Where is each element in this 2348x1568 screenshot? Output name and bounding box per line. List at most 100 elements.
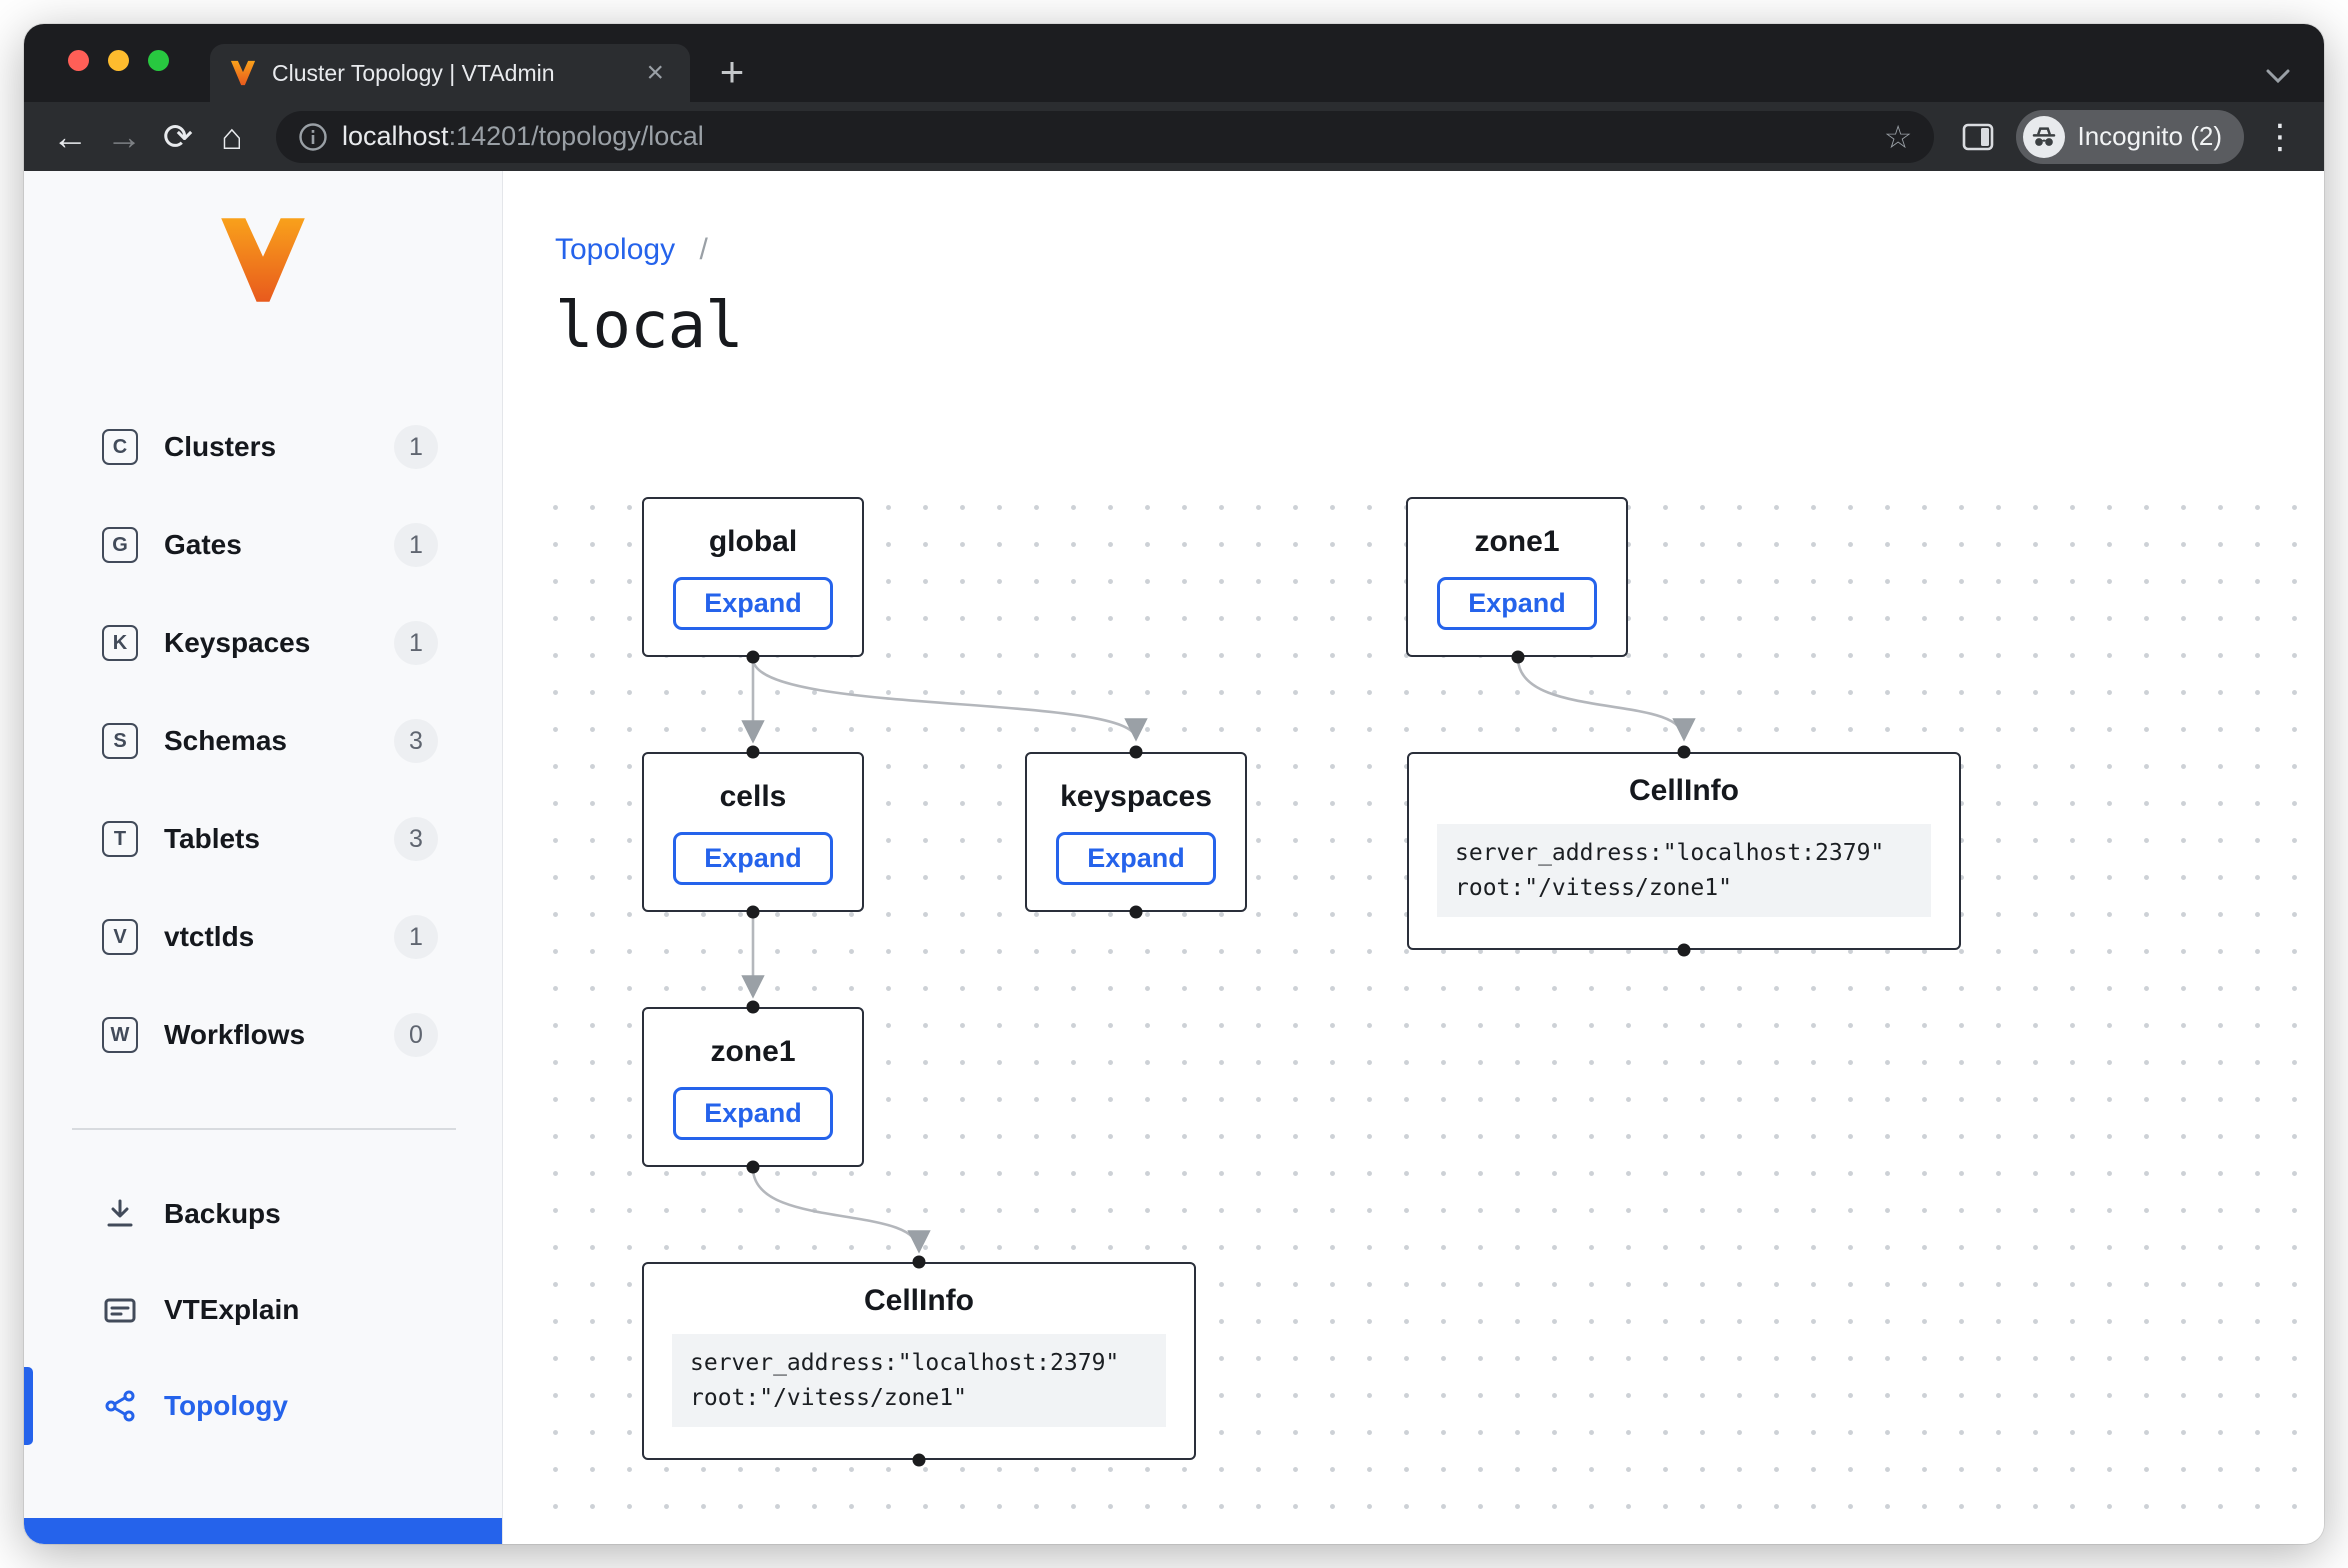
graph-node-keyspaces[interactable]: keyspaces Expand: [1025, 752, 1247, 912]
home-button[interactable]: ⌂: [208, 113, 256, 161]
count-badge: 3: [394, 719, 438, 763]
back-button[interactable]: ←: [46, 113, 94, 161]
count-badge: 0: [394, 1013, 438, 1057]
graph-node-global[interactable]: global Expand: [642, 497, 864, 657]
breadcrumb-separator: /: [699, 233, 707, 266]
count-badge: 1: [394, 915, 438, 959]
node-title: zone1: [710, 1035, 795, 1069]
workflows-icon: W: [102, 1017, 138, 1053]
expand-button[interactable]: Expand: [1056, 832, 1216, 885]
expand-button[interactable]: Expand: [673, 832, 833, 885]
incognito-label: Incognito (2): [2077, 121, 2222, 152]
tab-close-icon[interactable]: ×: [640, 58, 670, 88]
page-content: C Clusters 1 G Gates 1 K Keyspaces 1 S S…: [24, 171, 2324, 1544]
reload-button[interactable]: ⟳: [154, 113, 202, 161]
graph-node-cellinfo-bottom[interactable]: CellInfo server_address:"localhost:2379"…: [642, 1262, 1196, 1460]
breadcrumb: Topology /: [555, 233, 2324, 267]
browser-toolbar: ← → ⟳ ⌂ localhost:14201/topology/local ☆: [24, 102, 2324, 171]
page-info-icon[interactable]: [298, 122, 328, 152]
vtexplain-icon: [102, 1292, 138, 1328]
sidebar-item-keyspaces[interactable]: K Keyspaces 1: [24, 594, 502, 692]
cellinfo-code: server_address:"localhost:2379" root:"/v…: [1437, 824, 1931, 917]
browser-tab[interactable]: Cluster Topology | VTAdmin ×: [210, 44, 690, 102]
expand-button[interactable]: Expand: [673, 1087, 833, 1140]
sidebar-item-label: VTExplain: [164, 1294, 299, 1326]
sidebar-item-tablets[interactable]: T Tablets 3: [24, 790, 502, 888]
sidebar-item-clusters[interactable]: C Clusters 1: [24, 398, 502, 496]
sidebar-item-label: Tablets: [164, 823, 260, 855]
tab-title: Cluster Topology | VTAdmin: [272, 60, 640, 87]
expand-button[interactable]: Expand: [673, 577, 833, 630]
node-title: keyspaces: [1060, 780, 1212, 814]
address-bar[interactable]: localhost:14201/topology/local ☆: [276, 111, 1934, 163]
url-path: :14201/topology/local: [449, 121, 704, 151]
sidebar-bottom-accent: [24, 1518, 502, 1544]
tab-strip: Cluster Topology | VTAdmin × +: [24, 24, 2324, 102]
forward-button[interactable]: →: [100, 113, 148, 161]
new-tab-button[interactable]: +: [708, 48, 756, 96]
graph-node-zone1-lower[interactable]: zone1 Expand: [642, 1007, 864, 1167]
sidebar-divider: [72, 1128, 456, 1130]
node-title: cells: [720, 780, 787, 814]
sidebar-item-workflows[interactable]: W Workflows 0: [24, 986, 502, 1084]
url-host: localhost: [342, 121, 449, 151]
topology-page: Topology / local: [503, 171, 2324, 1544]
incognito-icon: [2023, 116, 2065, 158]
graph-node-zone1-top[interactable]: zone1 Expand: [1406, 497, 1628, 657]
node-title: CellInfo: [864, 1284, 974, 1318]
sidebar-item-gates[interactable]: G Gates 1: [24, 496, 502, 594]
side-panel-icon[interactable]: [1954, 113, 2002, 161]
tab-search-chevron-icon[interactable]: [2266, 69, 2290, 88]
vitess-favicon: [230, 59, 256, 87]
sidebar-item-schemas[interactable]: S Schemas 3: [24, 692, 502, 790]
sidebar-item-label: Workflows: [164, 1019, 305, 1051]
count-badge: 3: [394, 817, 438, 861]
expand-button[interactable]: Expand: [1437, 577, 1597, 630]
code-line: server_address:"localhost:2379": [690, 1346, 1148, 1381]
topology-icon: [102, 1388, 138, 1424]
sidebar-item-vtexplain[interactable]: VTExplain: [24, 1262, 502, 1358]
gates-icon: G: [102, 527, 138, 563]
traffic-lights: [68, 50, 169, 71]
minimize-window-button[interactable]: [108, 50, 129, 71]
count-badge: 1: [394, 621, 438, 665]
vtctlds-icon: V: [102, 919, 138, 955]
keyspaces-icon: K: [102, 625, 138, 661]
sidebar-item-backups[interactable]: Backups: [24, 1166, 502, 1262]
zoom-window-button[interactable]: [148, 50, 169, 71]
node-title: CellInfo: [1629, 774, 1739, 808]
code-line: server_address:"localhost:2379": [1455, 836, 1913, 871]
sidebar-item-label: Backups: [164, 1198, 281, 1230]
node-title: zone1: [1474, 525, 1559, 559]
sidebar-nav: C Clusters 1 G Gates 1 K Keyspaces 1 S S…: [24, 398, 502, 1084]
code-line: root:"/vitess/zone1": [1455, 871, 1913, 906]
close-window-button[interactable]: [68, 50, 89, 71]
sidebar-item-topology[interactable]: Topology: [24, 1358, 502, 1454]
schemas-icon: S: [102, 723, 138, 759]
page-title: local: [555, 289, 2324, 363]
clusters-icon: C: [102, 429, 138, 465]
count-badge: 1: [394, 523, 438, 567]
url-text: localhost:14201/topology/local: [342, 121, 704, 152]
sidebar: C Clusters 1 G Gates 1 K Keyspaces 1 S S…: [24, 171, 503, 1544]
graph-node-cellinfo-right[interactable]: CellInfo server_address:"localhost:2379"…: [1407, 752, 1961, 950]
browser-window: Cluster Topology | VTAdmin × + ← → ⟳ ⌂ l…: [24, 24, 2324, 1544]
bookmark-star-icon[interactable]: ☆: [1884, 118, 1913, 156]
sidebar-item-label: Keyspaces: [164, 627, 310, 659]
graph-node-cells[interactable]: cells Expand: [642, 752, 864, 912]
vitess-logo[interactable]: [215, 215, 311, 305]
code-line: root:"/vitess/zone1": [690, 1381, 1148, 1416]
tablets-icon: T: [102, 821, 138, 857]
cellinfo-code: server_address:"localhost:2379" root:"/v…: [672, 1334, 1166, 1427]
sidebar-item-label: Topology: [164, 1390, 288, 1422]
sidebar-item-label: Clusters: [164, 431, 276, 463]
active-nav-indicator: [24, 1367, 33, 1445]
backups-icon: [102, 1196, 138, 1232]
sidebar-item-vtctlds[interactable]: V vtctlds 1: [24, 888, 502, 986]
count-badge: 1: [394, 425, 438, 469]
breadcrumb-topology-link[interactable]: Topology: [555, 233, 675, 266]
incognito-badge[interactable]: Incognito (2): [2016, 110, 2244, 164]
sidebar-item-label: vtctlds: [164, 921, 254, 953]
browser-menu-icon[interactable]: ⋮: [2258, 117, 2302, 157]
node-title: global: [709, 525, 797, 559]
